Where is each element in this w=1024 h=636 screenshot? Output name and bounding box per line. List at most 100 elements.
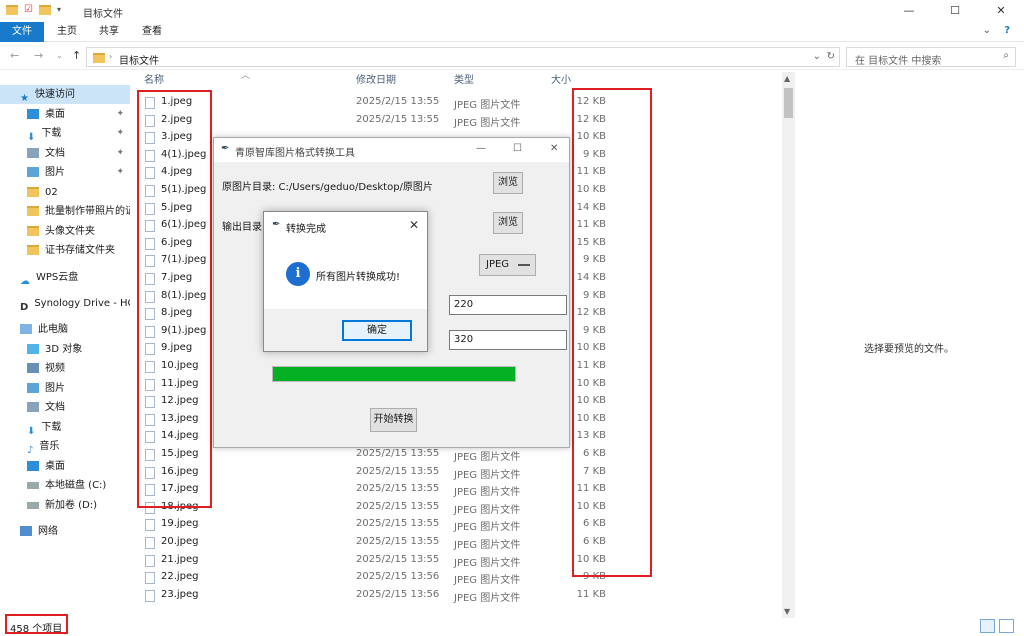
chevron-right-icon[interactable]: ›	[109, 52, 112, 61]
pin-icon[interactable]: ✦	[116, 163, 124, 182]
file-name[interactable]: 20.jpeg	[161, 536, 199, 547]
sidebar-item-synology-drive[interactable]: D Synology Drive - HC	[0, 294, 130, 313]
file-row[interactable]: 16.jpeg 2025/2/15 13:55 JPEG 图片文件 7 KB	[140, 464, 620, 482]
file-row[interactable]: 1.jpeg 2025/2/15 13:55 JPEG 图片文件 12 KB	[140, 94, 620, 112]
sidebar-item-3d-objects[interactable]: 3D 对象	[0, 340, 130, 359]
file-date: 2025/2/15 13:55	[356, 113, 440, 125]
sidebar-item-folder-avatar[interactable]: 头像文件夹	[0, 222, 130, 241]
file-name[interactable]: 23.jpeg	[161, 589, 199, 600]
maximize-button[interactable]: ☐	[932, 0, 978, 22]
expand-ribbon-icon[interactable]: ⌄	[983, 25, 991, 36]
sidebar-item-this-pc[interactable]: 此电脑	[0, 320, 130, 339]
sidebar-item-documents-pc[interactable]: 文档	[0, 398, 130, 417]
file-row[interactable]: 15.jpeg 2025/2/15 13:55 JPEG 图片文件 6 KB	[140, 446, 620, 464]
file-row[interactable]: 22.jpeg 2025/2/15 13:56 JPEG 图片文件 9 KB	[140, 569, 620, 587]
file-name[interactable]: 21.jpeg	[161, 554, 199, 565]
scroll-thumb[interactable]	[784, 88, 793, 118]
forward-icon[interactable]: →	[34, 49, 43, 62]
search-input[interactable]: 在 目标文件 中搜索	[855, 52, 941, 67]
browse-source-button[interactable]: 浏览	[493, 172, 523, 194]
conversion-progress-bar	[272, 366, 516, 382]
sidebar-item-desktop[interactable]: 桌面 ✦	[0, 105, 130, 124]
sidebar-item-label: 网络	[38, 526, 58, 537]
file-type: JPEG 图片文件	[454, 117, 521, 129]
browse-output-button[interactable]: 浏览	[493, 212, 523, 234]
file-name[interactable]: 19.jpeg	[161, 518, 199, 529]
sidebar-item-pictures[interactable]: 图片 ✦	[0, 163, 130, 182]
sidebar-item-wps-cloud[interactable]: ☁ WPS云盘	[0, 268, 130, 287]
sidebar-item-pictures-pc[interactable]: 图片	[0, 379, 130, 398]
dialog-close-icon[interactable]: ✕	[409, 218, 419, 232]
file-type: JPEG 图片文件	[454, 557, 521, 569]
properties-icon[interactable]: ☑	[24, 4, 33, 15]
source-dir-label: 原图片目录: C:/Users/geduo/Desktop/原图片	[222, 182, 433, 193]
file-row[interactable]: 23.jpeg 2025/2/15 13:56 JPEG 图片文件 11 KB	[140, 587, 620, 605]
height-input[interactable]: 320	[449, 330, 567, 350]
address-bar[interactable]: › 目标文件 ⌄ ↻	[86, 47, 840, 67]
sidebar-item-videos[interactable]: 视频	[0, 359, 130, 378]
recent-dropdown-icon[interactable]: ⌄	[56, 51, 63, 60]
pin-icon[interactable]: ✦	[116, 105, 124, 124]
file-name[interactable]: 22.jpeg	[161, 571, 199, 582]
large-icons-view-icon[interactable]	[999, 619, 1014, 633]
download-icon: ⬇	[27, 426, 36, 437]
close-button[interactable]: ✕	[978, 0, 1024, 22]
scrollbar[interactable]: ▲ ▼	[782, 72, 795, 618]
customize-toolbar-icon[interactable]: ▾	[57, 5, 61, 14]
format-select[interactable]: JPEG	[479, 254, 536, 276]
back-icon[interactable]: ←	[10, 49, 19, 62]
sidebar-item-folder-batch[interactable]: 批量制作带照片的证	[0, 202, 130, 221]
tab-view[interactable]: 查看	[131, 22, 173, 42]
file-date: 2025/2/15 13:55	[356, 465, 440, 477]
help-icon[interactable]: ?	[1004, 25, 1010, 36]
new-folder-icon[interactable]	[38, 4, 51, 15]
file-row[interactable]: 18.jpeg 2025/2/15 13:55 JPEG 图片文件 10 KB	[140, 499, 620, 517]
up-icon[interactable]: ↑	[72, 49, 81, 62]
file-row[interactable]: 21.jpeg 2025/2/15 13:55 JPEG 图片文件 10 KB	[140, 552, 620, 570]
column-header-date[interactable]: 修改日期	[356, 70, 396, 92]
sidebar-item-label: 头像文件夹	[45, 226, 95, 237]
sidebar-item-downloads[interactable]: ⬇ 下载 ✦	[0, 124, 130, 143]
sidebar-item-music[interactable]: ♪ 音乐	[0, 437, 130, 456]
tab-file[interactable]: 文件	[0, 22, 44, 42]
details-view-icon[interactable]	[980, 619, 995, 633]
file-type: JPEG 图片文件	[454, 469, 521, 481]
sidebar-item-folder-02[interactable]: 02	[0, 183, 130, 202]
column-header-type[interactable]: 类型	[454, 70, 474, 92]
tab-share[interactable]: 共享	[88, 22, 130, 42]
sidebar-item-network[interactable]: 网络	[0, 522, 130, 541]
sidebar-item-folder-certificates[interactable]: 证书存储文件夹	[0, 241, 130, 260]
address-path[interactable]: 目标文件	[119, 52, 159, 67]
sidebar-item-label: 此电脑	[38, 324, 68, 335]
ok-button[interactable]: 确定	[342, 320, 412, 341]
sidebar-item-documents[interactable]: 文档 ✦	[0, 144, 130, 163]
minimize-button[interactable]: —	[886, 0, 932, 22]
file-size: 11 KB	[576, 588, 606, 600]
scroll-down-icon[interactable]: ▼	[784, 607, 790, 616]
sidebar-item-quick-access[interactable]: ★ 快速访问	[0, 85, 130, 104]
start-conversion-button[interactable]: 开始转换	[370, 408, 417, 432]
converter-title: 青原智库图片格式转换工具	[235, 148, 355, 159]
sidebar-item-drive-c[interactable]: 本地磁盘 (C:)	[0, 476, 130, 495]
search-box[interactable]: 在 目标文件 中搜索 ⌕	[846, 47, 1016, 67]
refresh-icon[interactable]: ↻	[827, 51, 835, 62]
sidebar-item-drive-d[interactable]: 新加卷 (D:)	[0, 496, 130, 515]
scroll-up-icon[interactable]: ▲	[784, 74, 790, 83]
address-dropdown-icon[interactable]: ⌄	[813, 51, 821, 62]
sidebar-item-desktop-pc[interactable]: 桌面	[0, 457, 130, 476]
column-header-name[interactable]: 名称	[144, 70, 164, 92]
pin-icon[interactable]: ✦	[116, 144, 124, 163]
sidebar-item-downloads-pc[interactable]: ⬇ 下载	[0, 418, 130, 437]
converter-minimize-button[interactable]: —	[476, 143, 486, 154]
tab-home[interactable]: 主页	[46, 22, 88, 42]
file-row[interactable]: 17.jpeg 2025/2/15 13:55 JPEG 图片文件 11 KB	[140, 481, 620, 499]
file-row[interactable]: 20.jpeg 2025/2/15 13:55 JPEG 图片文件 6 KB	[140, 534, 620, 552]
pin-icon[interactable]: ✦	[116, 124, 124, 143]
file-row[interactable]: 2.jpeg 2025/2/15 13:55 JPEG 图片文件 12 KB	[140, 112, 620, 130]
width-input[interactable]: 220	[449, 295, 567, 315]
converter-maximize-button[interactable]: ☐	[513, 143, 522, 154]
converter-close-button[interactable]: ✕	[550, 143, 558, 154]
search-icon[interactable]: ⌕	[1003, 50, 1009, 61]
file-row[interactable]: 19.jpeg 2025/2/15 13:55 JPEG 图片文件 6 KB	[140, 516, 620, 534]
column-header-size[interactable]: 大小	[551, 70, 571, 92]
